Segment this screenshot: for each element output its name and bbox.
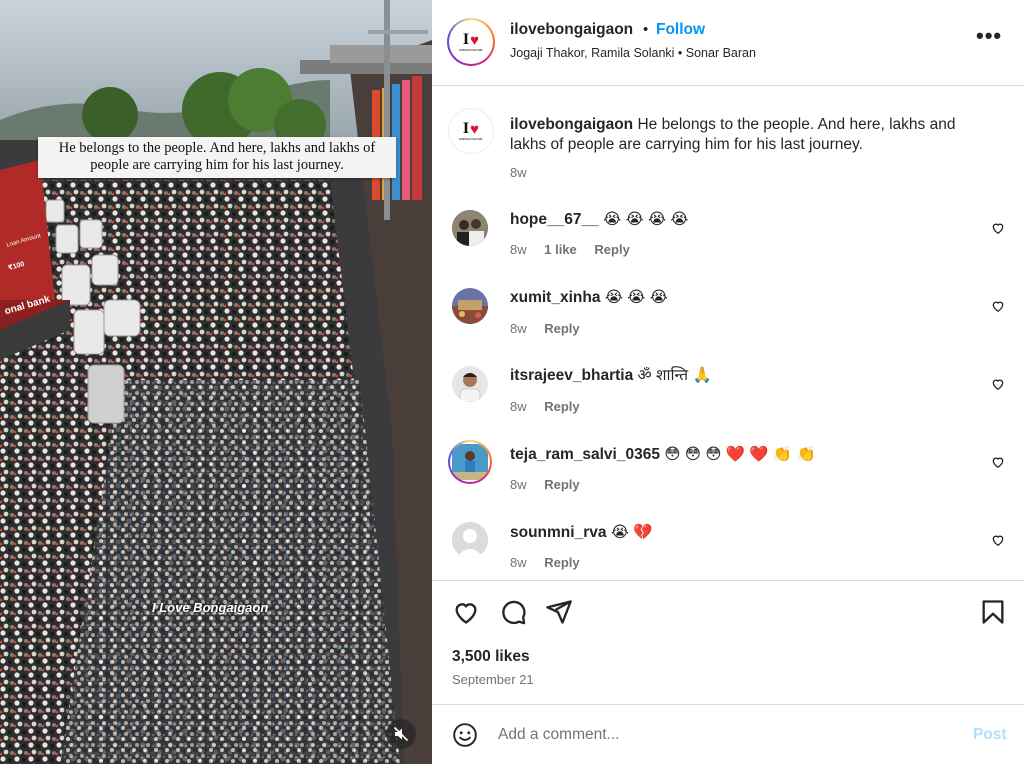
caption-comment: ilovebongaigaon He belongs to the people… bbox=[510, 115, 1000, 155]
reply-button[interactable]: Reply bbox=[544, 321, 579, 336]
comment-avatar[interactable] bbox=[452, 366, 488, 402]
comment-meta: 8w 1 like Reply bbox=[510, 242, 644, 257]
comment-input[interactable] bbox=[498, 723, 948, 747]
post-header: I ♥ BONGAIGAON ilovebongaigaon • Follow … bbox=[432, 0, 1024, 86]
header-separator: • bbox=[643, 21, 649, 38]
comment-like-heart-icon[interactable] bbox=[991, 455, 1005, 469]
reply-button[interactable]: Reply bbox=[594, 242, 629, 257]
post-side-panel: I ♥ BONGAIGAON ilovebongaigaon • Follow … bbox=[432, 0, 1024, 764]
comment-time[interactable]: 8w bbox=[510, 321, 527, 336]
brand-logo-sub: BONGAIGAON bbox=[459, 48, 483, 52]
comments-list[interactable]: I ♥ BONGAIGAON ilovebongaigaon He belong… bbox=[432, 87, 1024, 580]
comment-avatar[interactable] bbox=[452, 210, 488, 246]
comment-avatar[interactable] bbox=[452, 288, 488, 324]
brand-logo-sub: BONGAIGAON bbox=[459, 137, 483, 141]
brand-logo-letter: I bbox=[462, 120, 470, 137]
video-caption-overlay: He belongs to the people. And here, lakh… bbox=[38, 137, 396, 178]
comment-meta: 8w Reply bbox=[510, 321, 594, 336]
comment-username[interactable]: teja_ram_salvi_0365 bbox=[510, 446, 660, 463]
comment-username[interactable]: sounmni_rva bbox=[510, 524, 606, 541]
user-photo-icon bbox=[452, 288, 488, 324]
user-photo-icon bbox=[452, 210, 488, 246]
comment-text: 😭 😭 😭 bbox=[600, 289, 668, 306]
brand-heart-icon: ♥ bbox=[470, 31, 480, 49]
comment-body: itsrajeev_bhartia ॐ शान्ति 🙏 bbox=[510, 366, 712, 386]
comment-like-count[interactable]: 1 like bbox=[544, 242, 577, 257]
comment-body: hope__67__ 😭 😭 😭 😭 bbox=[510, 210, 688, 230]
comment-avatar[interactable] bbox=[448, 440, 492, 484]
save-bookmark-icon[interactable] bbox=[979, 598, 1007, 626]
comment-text: 😭 💔 bbox=[606, 524, 653, 541]
comment-time[interactable]: 8w bbox=[510, 242, 527, 257]
speaker-muted-icon bbox=[393, 726, 409, 742]
comment-time[interactable]: 8w bbox=[510, 399, 527, 414]
post-video[interactable]: He belongs to the people. And here, lakh… bbox=[0, 0, 432, 764]
follow-button[interactable]: Follow bbox=[656, 21, 705, 39]
comment-meta: 8w Reply bbox=[510, 555, 594, 570]
comment-time[interactable]: 8w bbox=[510, 477, 527, 492]
comment-composer: Post bbox=[432, 704, 1024, 764]
caption-text-2: lakhs of people are carrying him for his… bbox=[510, 136, 863, 153]
brand-logo-letter: I bbox=[462, 31, 470, 48]
comment-text: 😳 😳 😳 ❤️ ❤️ 👏 👏 bbox=[659, 446, 816, 463]
author-avatar[interactable]: I ♥ BONGAIGAON bbox=[447, 18, 495, 66]
comment-like-heart-icon[interactable] bbox=[991, 377, 1005, 391]
brand-heart-icon: ♥ bbox=[470, 120, 480, 138]
caption-meta: 8w bbox=[510, 165, 541, 180]
more-options-icon[interactable]: ••• bbox=[976, 25, 1002, 47]
comment-username[interactable]: hope__67__ bbox=[510, 211, 599, 228]
comment-meta: 8w Reply bbox=[510, 477, 594, 492]
emoji-smiley-icon[interactable] bbox=[452, 722, 478, 748]
post-actions: 3,500 likes September 21 bbox=[432, 580, 1024, 700]
user-photo-icon bbox=[452, 444, 488, 480]
comment-like-heart-icon[interactable] bbox=[991, 221, 1005, 235]
author-username[interactable]: ilovebongaigaon bbox=[510, 21, 633, 39]
reply-button[interactable]: Reply bbox=[544, 555, 579, 570]
like-heart-icon[interactable] bbox=[452, 598, 480, 626]
post-comment-button[interactable]: Post bbox=[973, 726, 1007, 744]
comment-username[interactable]: xumit_xinha bbox=[510, 289, 600, 306]
reply-button[interactable]: Reply bbox=[544, 477, 579, 492]
comment-like-heart-icon[interactable] bbox=[991, 299, 1005, 313]
comment-bubble-icon[interactable] bbox=[499, 598, 527, 626]
default-user-icon bbox=[452, 522, 488, 558]
comment-like-heart-icon[interactable] bbox=[991, 533, 1005, 547]
video-watermark: I Love Bongaigaon bbox=[152, 600, 269, 615]
comment-time[interactable]: 8w bbox=[510, 555, 527, 570]
comment-body: teja_ram_salvi_0365 😳 😳 😳 ❤️ ❤️ 👏 👏 bbox=[510, 445, 816, 465]
comment-username[interactable]: itsrajeev_bhartia bbox=[510, 367, 633, 384]
crowd-scene-image bbox=[0, 0, 432, 764]
comment-body: xumit_xinha 😭 😭 😭 bbox=[510, 288, 668, 308]
audio-attribution[interactable]: Jogaji Thakor, Ramila Solanki • Sonar Ba… bbox=[510, 46, 756, 60]
comment-text: 😭 😭 😭 😭 bbox=[598, 211, 689, 228]
mute-button[interactable] bbox=[386, 719, 416, 749]
user-photo-icon bbox=[452, 366, 488, 402]
comment-meta: 8w Reply bbox=[510, 399, 594, 414]
post-date[interactable]: September 21 bbox=[452, 672, 534, 687]
likes-count[interactable]: 3,500 likes bbox=[452, 648, 530, 666]
caption-time[interactable]: 8w bbox=[510, 165, 527, 180]
caption-username[interactable]: ilovebongaigaon bbox=[510, 116, 633, 133]
caption-avatar[interactable]: I ♥ BONGAIGAON bbox=[447, 107, 495, 155]
comment-text: ॐ शान्ति 🙏 bbox=[633, 367, 712, 384]
comment-body: sounmni_rva 😭 💔 bbox=[510, 523, 653, 543]
share-send-icon[interactable] bbox=[545, 598, 573, 626]
caption-text: He belongs to the people. And here, lakh… bbox=[633, 116, 956, 133]
comment-avatar[interactable] bbox=[452, 522, 488, 558]
reply-button[interactable]: Reply bbox=[544, 399, 579, 414]
